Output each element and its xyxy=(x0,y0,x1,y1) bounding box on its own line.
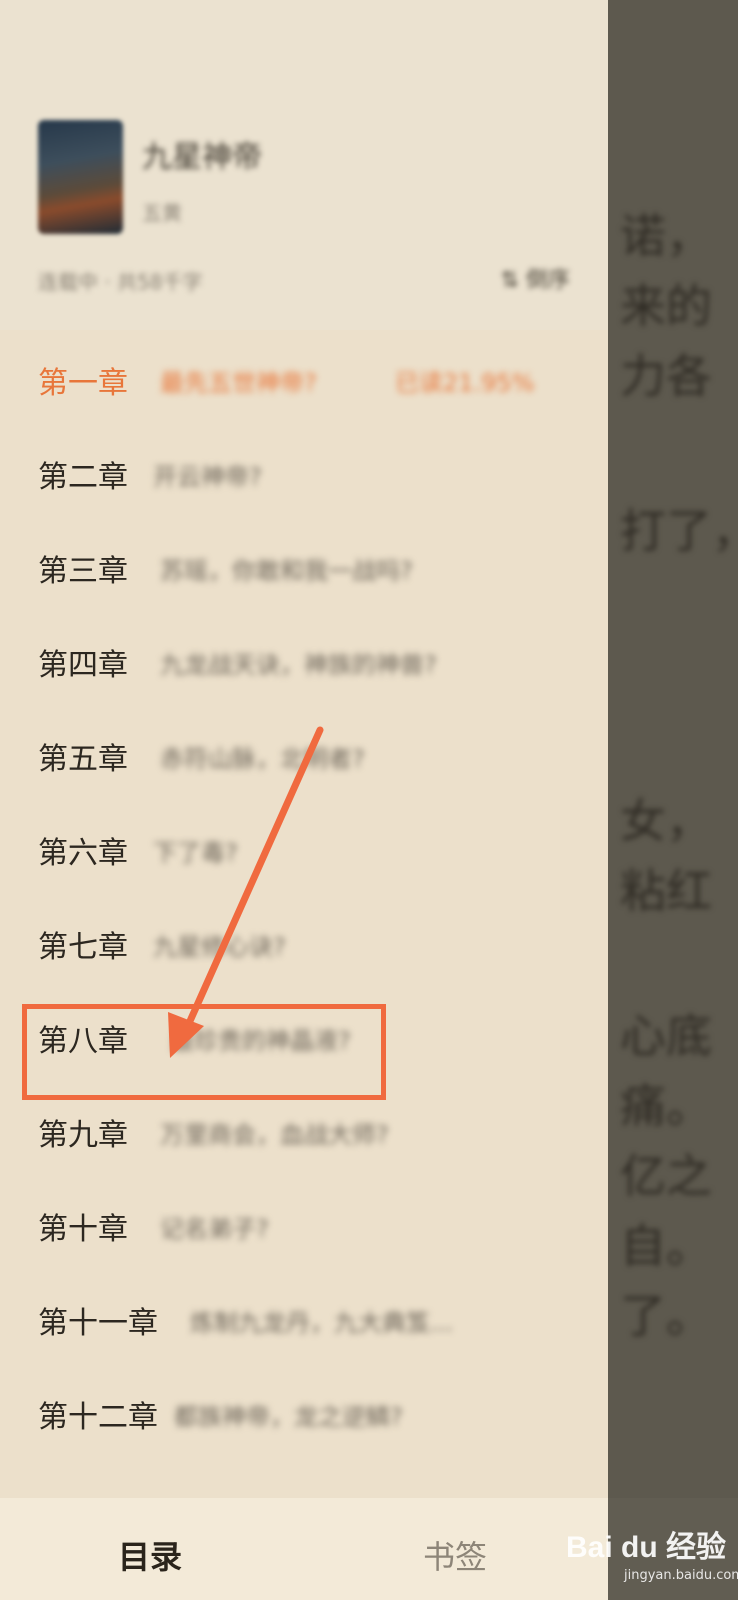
chapter-number: 第五章 xyxy=(38,742,128,777)
chapter-item[interactable]: 第三章 苏瑶，你敢和我一战吗? xyxy=(0,524,608,620)
book-author: 五黄 xyxy=(142,201,182,225)
chapter-number: 第四章 xyxy=(38,648,128,683)
tab-bookmark[interactable]: 书签 xyxy=(423,1532,487,1578)
reader-text-line: 诺， xyxy=(620,209,712,263)
chapter-number: 第一章 xyxy=(38,366,128,401)
chapter-item[interactable]: 第一章 最先五世神帝? 已读21.95% xyxy=(0,336,608,432)
chapter-item[interactable]: 第十章 记名弟子? xyxy=(0,1182,608,1278)
chapter-title: 记名弟子? xyxy=(160,1215,269,1243)
watermark-url: jingyan.baidu.com xyxy=(624,1568,738,1583)
reader-text-line: 打了， xyxy=(620,504,738,558)
annotation-highlight-box xyxy=(22,1004,386,1100)
chapter-number: 第六章 xyxy=(38,836,128,871)
reader-text-line: 女， xyxy=(620,794,712,848)
chapter-title: 下了毒? xyxy=(153,839,238,867)
book-header[interactable]: 九星神帝 五黄 连载中 · 共58千字 ⇅ 倒序 xyxy=(0,0,608,330)
chapter-item[interactable]: 第十二章 都族神帝，龙之逆鳞? xyxy=(0,1370,608,1466)
chapter-title: 赤符山脉，北明者? xyxy=(160,745,365,773)
sort-order-button[interactable]: ⇅ 倒序 xyxy=(501,262,570,294)
reader-text-line: 力各 xyxy=(620,349,712,403)
chapter-item[interactable]: 第十一章 炼制九龙丹，九大典笈... xyxy=(0,1276,608,1372)
reader-text-line: 来的 xyxy=(620,279,712,333)
chapter-item[interactable]: 第六章 下了毒? xyxy=(0,806,608,902)
chapter-item[interactable]: 第四章 九龙战天诀，神族的神兽? xyxy=(0,618,608,714)
book-title: 九星神帝 xyxy=(142,140,262,175)
chapter-number: 第三章 xyxy=(38,554,128,589)
chapter-title: 开云神帝? xyxy=(153,463,262,491)
book-status: 连载中 · 共58千字 xyxy=(38,270,203,294)
chapter-title: 都族神帝，龙之逆鳞? xyxy=(174,1403,403,1431)
chapter-title: 炼制九龙丹，九大典笈... xyxy=(190,1309,453,1337)
watermark-brand: Bai du 经验 xyxy=(566,1531,727,1564)
baidu-jingyan-watermark: Bai du 经验 jingyan.baidu.com xyxy=(566,1502,738,1592)
chapter-title: 九龙战天诀，神族的神兽? xyxy=(160,651,437,679)
reader-text-line: 亿之 xyxy=(620,1149,712,1203)
reader-text-line: 心底 xyxy=(620,1009,712,1063)
chapter-number: 第二章 xyxy=(38,460,128,495)
tab-toc[interactable]: 目录 xyxy=(118,1532,182,1578)
chapter-number: 第七章 xyxy=(38,930,128,965)
chapter-item[interactable]: 第五章 赤符山脉，北明者? xyxy=(0,712,608,808)
reading-progress: 已读21.95% xyxy=(395,369,535,397)
reader-text-line: 粘红 xyxy=(620,864,712,918)
reader-text-line: 痛。 xyxy=(620,1079,712,1133)
chapter-number: 第十章 xyxy=(38,1212,128,1247)
chapter-item[interactable]: 第二章 开云神帝? xyxy=(0,430,608,526)
chapter-title: 九星修心诀? xyxy=(153,933,286,961)
chapter-item[interactable]: 第七章 九星修心诀? xyxy=(0,900,608,996)
screen: 诺， 来的 力各 打了， 女， 粘红 心底 痛。 亿之 自。 了。 九星神帝 五… xyxy=(0,0,738,1600)
chapter-title: 万里商会，血战大师? xyxy=(160,1121,389,1149)
chapter-number: 第十二章 xyxy=(38,1400,158,1435)
chapter-title: 苏瑶，你敢和我一战吗? xyxy=(160,557,413,585)
reader-text-line: 了。 xyxy=(620,1289,712,1343)
chapter-number: 第九章 xyxy=(38,1118,128,1153)
chapter-title: 最先五世神帝? xyxy=(160,369,317,397)
chapter-item[interactable]: 第九章 万里商会，血战大师? xyxy=(0,1088,608,1184)
toc-drawer: 九星神帝 五黄 连载中 · 共58千字 ⇅ 倒序 第一章 最先五世神帝? 已读2… xyxy=(0,0,608,1600)
chapter-number: 第十一章 xyxy=(38,1306,158,1341)
reader-text-line: 自。 xyxy=(620,1219,712,1273)
book-cover xyxy=(38,120,123,234)
